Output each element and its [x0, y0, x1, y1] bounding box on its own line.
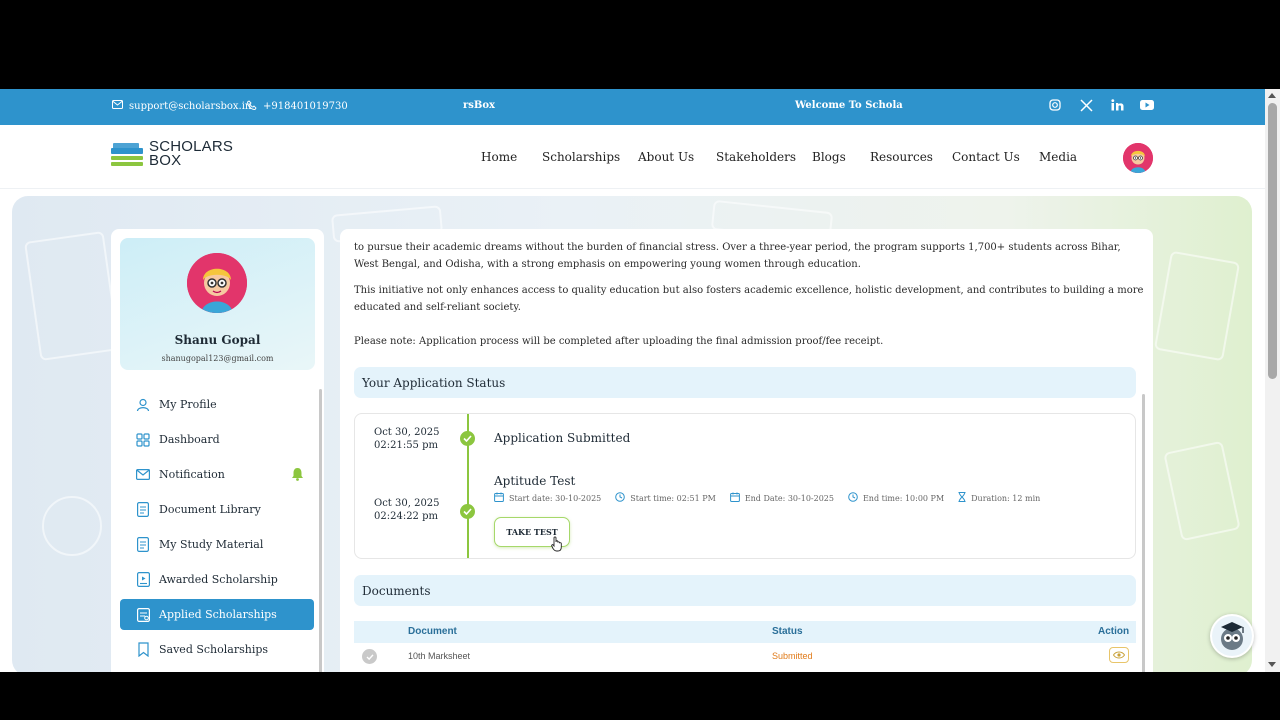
instagram-icon[interactable] [1047, 97, 1063, 113]
timeline-date-1: Oct 30, 2025 02:21:55 pm [374, 427, 440, 451]
timeline-title-1: Application Submitted [494, 431, 631, 445]
eye-icon [1113, 651, 1125, 659]
bell-icon[interactable] [291, 467, 304, 484]
site-header: SCHOLARS BOX Home Scholarships About Us … [0, 125, 1265, 189]
clock-icon [615, 492, 626, 504]
nav-stakeholders[interactable]: Stakeholders [716, 150, 796, 164]
sidebar-scrollbar[interactable] [319, 389, 322, 672]
browser-viewport: support@scholarsbox.in +918401019730 rsB… [0, 89, 1280, 672]
profile-name: Shanu Gopal [174, 333, 261, 347]
check-icon [460, 504, 475, 519]
mail-icon [112, 100, 123, 112]
timeline-date-2: Oct 30, 2025 02:24:22 pm [374, 498, 440, 522]
nav-media[interactable]: Media [1039, 150, 1077, 164]
user-avatar[interactable] [1123, 143, 1153, 173]
nav-resources[interactable]: Resources [870, 150, 933, 164]
nav-home[interactable]: Home [481, 150, 517, 164]
check-icon [460, 431, 475, 446]
user-icon [135, 397, 151, 413]
documents-table-header: Document Status Action [354, 621, 1136, 643]
scroll-up-icon[interactable] [1268, 93, 1276, 98]
profile-email: shanugopal123@gmail.com [161, 354, 274, 363]
sidebar-item-awarded-scholarship[interactable]: Awarded Scholarship [120, 564, 314, 595]
description-paragraph-1: to pursue their academic dreams without … [354, 242, 1121, 270]
marquee-text-left: rsBox [463, 100, 495, 111]
sidebar-item-document-library[interactable]: Document Library [120, 494, 314, 525]
profile-avatar [187, 253, 247, 313]
test-end-date: End Date: 30-10-2025 [729, 492, 834, 504]
document-icon [135, 537, 151, 553]
books-logo-icon [111, 140, 143, 168]
document-name: 10th Marksheet [408, 651, 471, 661]
application-note: Please note: Application process will be… [354, 336, 884, 347]
column-header-status: Status [772, 626, 803, 637]
x-icon[interactable] [1078, 97, 1094, 113]
bookmark-icon [135, 642, 151, 658]
certificate-icon [135, 572, 151, 588]
support-phone[interactable]: +918401019730 [247, 100, 348, 113]
test-end-time: End time: 10:00 PM [848, 492, 944, 504]
sidebar-item-saved-scholarships[interactable]: Saved Scholarships [120, 634, 314, 665]
document-icon [135, 502, 151, 518]
profile-card: Shanu Gopal shanugopal123@gmail.com [120, 238, 315, 370]
documents-heading: Documents [354, 575, 1136, 606]
hourglass-icon [958, 492, 966, 504]
sidebar-item-my-study-material[interactable]: My Study Material [120, 529, 314, 560]
hand-cursor-icon [551, 536, 563, 556]
dashboard-sidebar: Shanu Gopal shanugopal123@gmail.com My P… [111, 229, 324, 672]
chatbot-icon[interactable] [1210, 614, 1254, 658]
test-start-date: Start date: 30-10-2025 [494, 492, 601, 504]
sidebar-item-notification[interactable]: Notification [120, 459, 314, 490]
nav-scholarships[interactable]: Scholarships [542, 150, 620, 164]
nav-contact-us[interactable]: Contact Us [952, 150, 1020, 164]
calendar-icon [494, 492, 504, 504]
clipboard-icon [135, 607, 151, 623]
linkedin-icon[interactable] [1109, 97, 1125, 113]
view-document-button[interactable] [1109, 647, 1129, 663]
application-status-timeline: Oct 30, 2025 02:21:55 pm Application Sub… [354, 413, 1136, 559]
scroll-down-icon[interactable] [1268, 662, 1276, 667]
grid-icon [135, 432, 151, 448]
sidebar-item-my-profile[interactable]: My Profile [120, 389, 314, 420]
clock-icon [848, 492, 858, 504]
calendar-icon [729, 492, 740, 504]
youtube-icon[interactable] [1139, 97, 1155, 113]
scholarsbox-logo[interactable]: SCHOLARS BOX [111, 139, 233, 169]
nav-about-us[interactable]: About Us [638, 150, 694, 164]
logo-text-line2: BOX [149, 152, 182, 169]
test-meta: Start date: 30-10-2025 Start time: 02:51… [494, 492, 1054, 504]
document-status: Submitted [772, 651, 813, 661]
nav-blogs[interactable]: Blogs [812, 150, 846, 164]
panel-scrollbar[interactable] [1142, 394, 1145, 672]
test-duration: Duration: 12 min [958, 492, 1040, 504]
sidebar-item-dashboard[interactable]: Dashboard [120, 424, 314, 455]
table-row: 10th Marksheet Submitted [354, 646, 1136, 670]
scrollbar-thumb[interactable] [1268, 103, 1277, 379]
test-start-time: Start time: 02:51 PM [615, 492, 716, 504]
mail-icon [135, 467, 151, 483]
column-header-document: Document [408, 626, 457, 637]
timeline-title-2: Aptitude Test [494, 474, 576, 488]
description-paragraph-2: This initiative not only enhances access… [354, 285, 1144, 313]
column-header-action: Action [1098, 626, 1130, 637]
marquee-text-right: Welcome To Schola [795, 100, 903, 111]
top-info-bar: support@scholarsbox.in +918401019730 rsB… [0, 89, 1265, 125]
phone-icon [247, 100, 257, 113]
page-scrollbar[interactable] [1265, 89, 1280, 672]
support-email[interactable]: support@scholarsbox.in [112, 100, 251, 112]
application-status-heading: Your Application Status [354, 367, 1136, 398]
check-icon [362, 649, 377, 664]
sidebar-item-applied-scholarships[interactable]: Applied Scholarships [120, 599, 314, 630]
application-detail-panel: to pursue their academic dreams without … [340, 229, 1153, 672]
